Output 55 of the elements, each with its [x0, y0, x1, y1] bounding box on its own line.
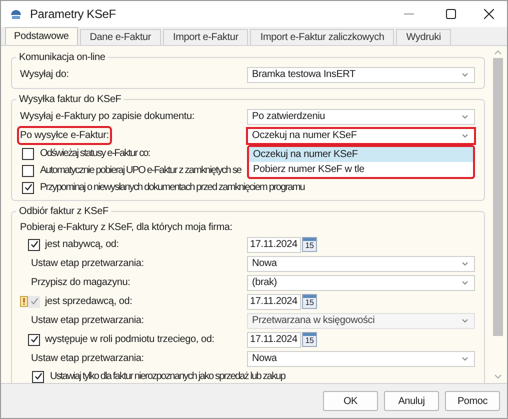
- checkbox[interactable]: [22, 164, 34, 176]
- tab[interactable]: Import e-Faktur zaliczkowych: [250, 29, 394, 45]
- checkbox-label: jest nabywcą, od:: [45, 238, 119, 252]
- close-icon[interactable]: [484, 9, 494, 19]
- dropdown-field[interactable]: Bramka testowa InsERT: [247, 66, 475, 82]
- chevron-down-icon: [462, 262, 468, 266]
- maximize-icon[interactable]: [446, 9, 456, 19]
- group-title: Komunikacja on-line: [18, 51, 106, 65]
- tab[interactable]: Podstawowe: [5, 27, 78, 45]
- dropdown-field[interactable]: Nowa: [247, 350, 475, 366]
- checkbox[interactable]: [28, 334, 40, 346]
- dialog-button[interactable]: Pomoc: [445, 391, 500, 411]
- field-label: Ustaw etap przetwarzania:: [31, 314, 144, 328]
- date-field[interactable]: 17.11.2024: [247, 332, 301, 348]
- dropdown-field[interactable]: Po zatwierdzeniu: [247, 108, 475, 124]
- group-title: Odbiór faktur z KSeF: [18, 205, 110, 219]
- field-label: Ustaw etap przetwarzania:: [31, 257, 144, 271]
- tab[interactable]: Dane e-Faktur: [80, 29, 162, 45]
- app-icon: [10, 8, 22, 20]
- checkbox-label: Przypominaj o niewysłanych dokumentach przed zamknięciem programu: [40, 181, 304, 195]
- chevron-down-icon: [462, 134, 468, 138]
- dropdown-option[interactable]: Oczekuj na numer KSeF: [249, 146, 473, 162]
- calendar-icon[interactable]: 15: [302, 237, 317, 252]
- tab[interactable]: Wydruki: [396, 29, 451, 45]
- checkbox[interactable]: [22, 148, 34, 160]
- window-title: Parametry KSeF: [30, 6, 116, 23]
- chevron-down-icon: [462, 72, 468, 76]
- checkbox-label: jest sprzedawcą, od:: [45, 295, 132, 309]
- dropdown-option[interactable]: Pobierz numer KSeF w tle: [249, 162, 473, 176]
- checkbox-label: występuje w roli podmiotu trzeciego, od:: [45, 333, 214, 347]
- checkbox[interactable]: [28, 238, 40, 250]
- checkbox[interactable]: [32, 370, 44, 382]
- checkbox-label: Ustawiaj tylko dla faktur nierozpoznanych jako sprzedaż lub zakup: [50, 370, 285, 383]
- dialog-button[interactable]: OK: [323, 391, 378, 411]
- description-text: Pobieraj e-Faktury z KSeF, dla których moja firma:: [20, 220, 232, 234]
- checkbox[interactable]: [22, 182, 34, 194]
- chevron-down-icon: [462, 318, 468, 322]
- dropdown-field[interactable]: Nowa: [247, 256, 475, 272]
- chevron-down-icon: [462, 356, 468, 360]
- dialog-button[interactable]: Anuluj: [384, 391, 439, 411]
- calendar-icon[interactable]: 15: [302, 332, 317, 347]
- dropdown-field[interactable]: (brak): [247, 274, 475, 290]
- field-label: Wysyłaj e-Faktury po zapisie dokumentu:: [20, 110, 194, 124]
- chevron-down-icon: [462, 114, 468, 118]
- checkbox-label: Odświeżaj statusy e-Faktur co:: [40, 147, 150, 161]
- field-label: Ustaw etap przetwarzania:: [31, 352, 144, 366]
- scrollbar-thumb[interactable]: [493, 58, 503, 336]
- date-field[interactable]: 17.11.2024: [247, 236, 301, 252]
- chevron-down-icon: [462, 280, 468, 284]
- checkbox-label: Automatycznie pobieraj UPO e-Faktur z zamkniętych se: [40, 164, 242, 178]
- field-label: Wysyłaj do:: [20, 68, 69, 82]
- field-label: Przypisz do magazynu:: [31, 276, 130, 290]
- field-label: Po wysyłce e-Faktur:: [17, 126, 112, 145]
- group-title: Wysyłka faktur do KSeF: [18, 93, 122, 107]
- tab[interactable]: Import e-Faktur: [163, 29, 248, 45]
